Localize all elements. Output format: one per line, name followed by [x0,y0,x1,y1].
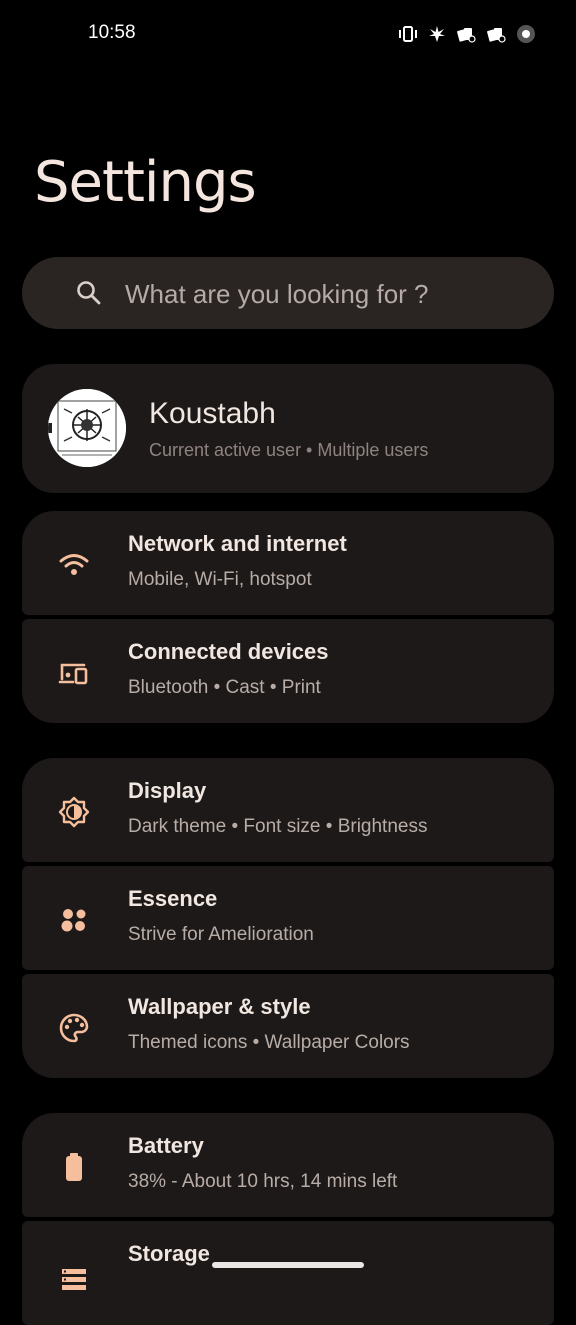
user-subtitle: Current active user • Multiple users [149,440,429,460]
cards-notification-icon [456,25,476,43]
search-input[interactable] [123,275,547,313]
item-subtitle: 38% - About 10 hrs, 14 mins left [128,1171,398,1192]
item-subtitle: Dark theme • Font size • Brightness [128,816,428,837]
settings-item-wallpaper[interactable]: Wallpaper & style Themed icons • Wallpap… [22,974,554,1078]
item-title: Battery [128,1133,204,1158]
vibrate-icon [398,25,418,43]
item-title: Display [128,778,207,803]
item-subtitle: Mobile, Wi-Fi, hotspot [128,569,312,590]
storage-icon [56,1257,92,1293]
gesture-nav-handle[interactable] [212,1262,364,1268]
settings-item-battery[interactable]: Battery 38% - About 10 hrs, 14 mins left [22,1113,554,1217]
item-title: Essence [128,886,218,911]
settings-item-display[interactable]: Display Dark theme • Font size • Brightn… [22,758,554,862]
devices-icon [56,655,92,691]
item-subtitle: Bluetooth • Cast • Print [128,677,321,698]
search-bar[interactable] [22,257,554,329]
settings-item-essence[interactable]: Essence Strive for Amelioration [22,866,554,970]
status-icons [398,24,536,44]
item-title: Wallpaper & style [128,994,311,1019]
settings-item-network[interactable]: Network and internet Mobile, Wi-Fi, hots… [22,511,554,615]
status-time: 10:58 [88,22,136,43]
status-bar: 10:58 [0,0,576,70]
dots-cluster-icon [56,902,92,938]
user-name: Koustabh [149,397,276,430]
page-title: Settings [34,150,257,215]
item-title: Network and internet [128,531,347,556]
user-card[interactable]: Koustabh Current active user • Multiple … [22,364,554,493]
leaf-notification-icon [428,25,446,43]
item-title: Connected devices [128,639,329,664]
search-icon [76,280,102,310]
battery-icon [56,1149,92,1185]
palette-icon [56,1010,92,1046]
item-title: Storage [128,1241,210,1266]
avatar [48,389,126,467]
cards-notification-icon-2 [486,25,506,43]
item-subtitle: Themed icons • Wallpaper Colors [128,1032,410,1053]
item-subtitle: Strive for Amelioration [128,924,314,945]
brightness-icon [56,794,92,830]
settings-item-storage[interactable]: Storage [22,1221,554,1325]
wifi-icon [56,547,92,583]
record-dot-icon [516,24,536,44]
settings-item-connected-devices[interactable]: Connected devices Bluetooth • Cast • Pri… [22,619,554,723]
